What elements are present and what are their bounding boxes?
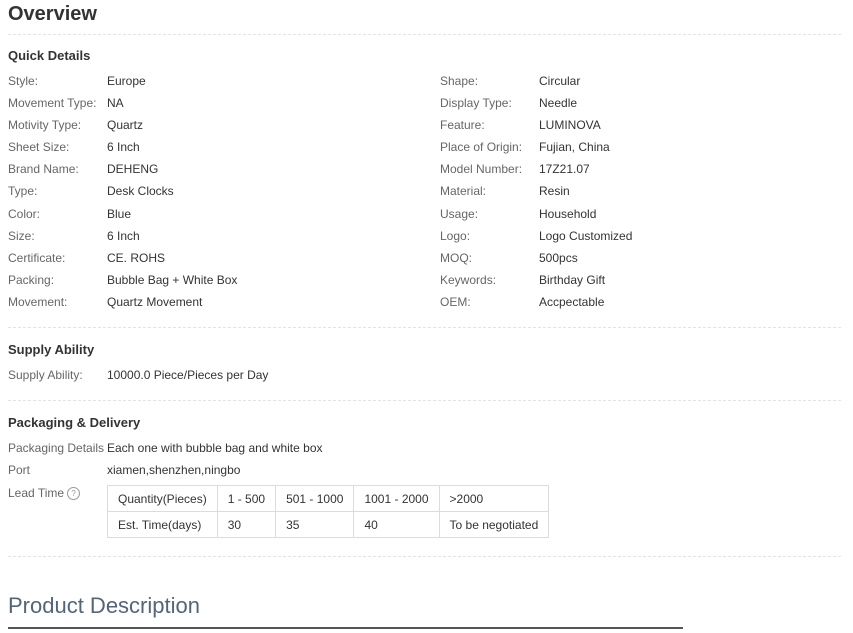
detail-label: Feature:: [440, 118, 485, 132]
table-cell: 30: [216, 511, 277, 538]
detail-value: Europe: [107, 74, 146, 88]
table-cell: Est. Time(days): [107, 511, 218, 538]
table-row: Quantity(Pieces) 1 - 500 501 - 1000 1001…: [107, 485, 550, 512]
supply-ability-value: 10000.0 Piece/Pieces per Day: [107, 368, 269, 382]
divider: [8, 400, 841, 401]
detail-label: Brand Name:: [8, 162, 79, 176]
detail-value: Birthday Gift: [539, 273, 606, 287]
supply-ability-title: Supply Ability: [8, 342, 95, 357]
detail-label: Type:: [8, 184, 38, 198]
detail-label: Movement:: [8, 295, 68, 309]
port-label: Port: [8, 463, 31, 477]
detail-label: MOQ:: [440, 251, 472, 265]
detail-label: Movement Type:: [8, 96, 97, 110]
table-cell: 501 - 1000: [275, 485, 355, 512]
table-cell: 35: [275, 511, 355, 538]
detail-label: Display Type:: [440, 96, 512, 110]
port-value: xiamen,shenzhen,ningbo: [107, 463, 241, 477]
detail-value: Quartz Movement: [107, 295, 203, 309]
detail-label: Keywords:: [440, 273, 497, 287]
detail-value: Household: [539, 207, 597, 221]
detail-value: Bubble Bag + White Box: [107, 273, 238, 287]
detail-value: Fujian, China: [539, 140, 610, 154]
lead-time-label-wrap: Lead Time?: [8, 486, 81, 501]
table-row: Est. Time(days) 30 35 40 To be negotiate…: [107, 511, 550, 538]
table-cell: 1001 - 2000: [353, 485, 440, 512]
detail-value: Resin: [539, 184, 570, 198]
supply-ability-label: Supply Ability:: [8, 368, 83, 382]
detail-label: Material:: [440, 184, 487, 198]
divider: [8, 34, 841, 35]
table-cell: >2000: [438, 485, 550, 512]
detail-value: DEHENG: [107, 162, 159, 176]
divider: [8, 556, 841, 557]
packaging-title: Packaging & Delivery: [8, 415, 141, 430]
detail-label: Usage:: [440, 207, 479, 221]
detail-label: Motivity Type:: [8, 118, 82, 132]
table-cell: 40: [353, 511, 440, 538]
table-cell: Quantity(Pieces): [107, 485, 218, 512]
detail-value: NA: [107, 96, 124, 110]
detail-value: Accpectable: [539, 295, 605, 309]
detail-value: 6 Inch: [107, 140, 140, 154]
detail-label: Logo:: [440, 229, 471, 243]
detail-label: Size:: [8, 229, 35, 243]
product-description-title: Product Description: [8, 593, 200, 618]
detail-label: Certificate:: [8, 251, 66, 265]
detail-label: OEM:: [440, 295, 471, 309]
overview-title: Overview: [8, 3, 97, 25]
detail-value: 17Z21.07: [539, 162, 590, 176]
table-cell: To be negotiated: [438, 511, 550, 538]
quick-details-title: Quick Details: [8, 48, 91, 63]
lead-time-label: Lead Time: [8, 486, 65, 500]
detail-label: Model Number:: [440, 162, 523, 176]
detail-value: Quartz: [107, 118, 144, 132]
detail-value: CE. ROHS: [107, 251, 166, 265]
divider: [8, 327, 841, 328]
detail-value: 500pcs: [539, 251, 578, 265]
table-cell: 1 - 500: [216, 485, 277, 512]
detail-value: Needle: [539, 96, 578, 110]
detail-label: Packing:: [8, 273, 55, 287]
detail-value: Desk Clocks: [107, 184, 174, 198]
detail-label: Shape:: [440, 74, 479, 88]
detail-value: Logo Customized: [539, 229, 633, 243]
detail-label: Style:: [8, 74, 39, 88]
detail-label: Place of Origin:: [440, 140, 523, 154]
detail-value: LUMINOVA: [539, 118, 601, 132]
lead-time-table: Quantity(Pieces) 1 - 500 501 - 1000 1001…: [107, 485, 550, 538]
product-description-underline: [8, 627, 683, 629]
packaging-details-value: Each one with bubble bag and white box: [107, 441, 323, 455]
packaging-details-label: Packaging Details: [8, 441, 105, 455]
detail-value: Circular: [539, 74, 581, 88]
detail-label: Color:: [8, 207, 41, 221]
detail-value: Blue: [107, 207, 132, 221]
detail-value: 6 Inch: [107, 229, 140, 243]
help-icon[interactable]: ?: [67, 487, 81, 501]
detail-label: Sheet Size:: [8, 140, 70, 154]
